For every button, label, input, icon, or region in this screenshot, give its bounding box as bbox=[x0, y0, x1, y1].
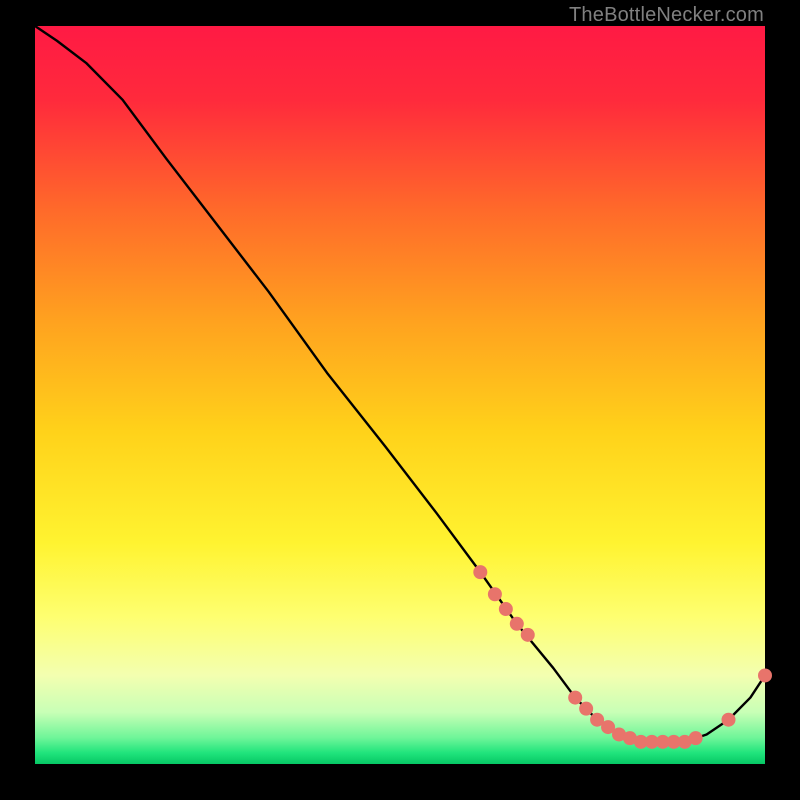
plot-area bbox=[35, 26, 765, 764]
curve-marker bbox=[689, 731, 703, 745]
chart-stage: TheBottleNecker.com bbox=[0, 0, 800, 800]
curve-marker bbox=[579, 702, 593, 716]
curve-marker bbox=[473, 565, 487, 579]
curve-marker bbox=[499, 602, 513, 616]
curve-markers bbox=[473, 565, 772, 749]
bottleneck-curve bbox=[35, 26, 765, 742]
curve-marker bbox=[521, 628, 535, 642]
curve-marker bbox=[758, 668, 772, 682]
curve-marker bbox=[722, 713, 736, 727]
curve-marker bbox=[568, 691, 582, 705]
curve-marker bbox=[510, 617, 524, 631]
attribution-label: TheBottleNecker.com bbox=[569, 4, 764, 27]
curve-layer bbox=[35, 26, 765, 764]
curve-marker bbox=[488, 587, 502, 601]
